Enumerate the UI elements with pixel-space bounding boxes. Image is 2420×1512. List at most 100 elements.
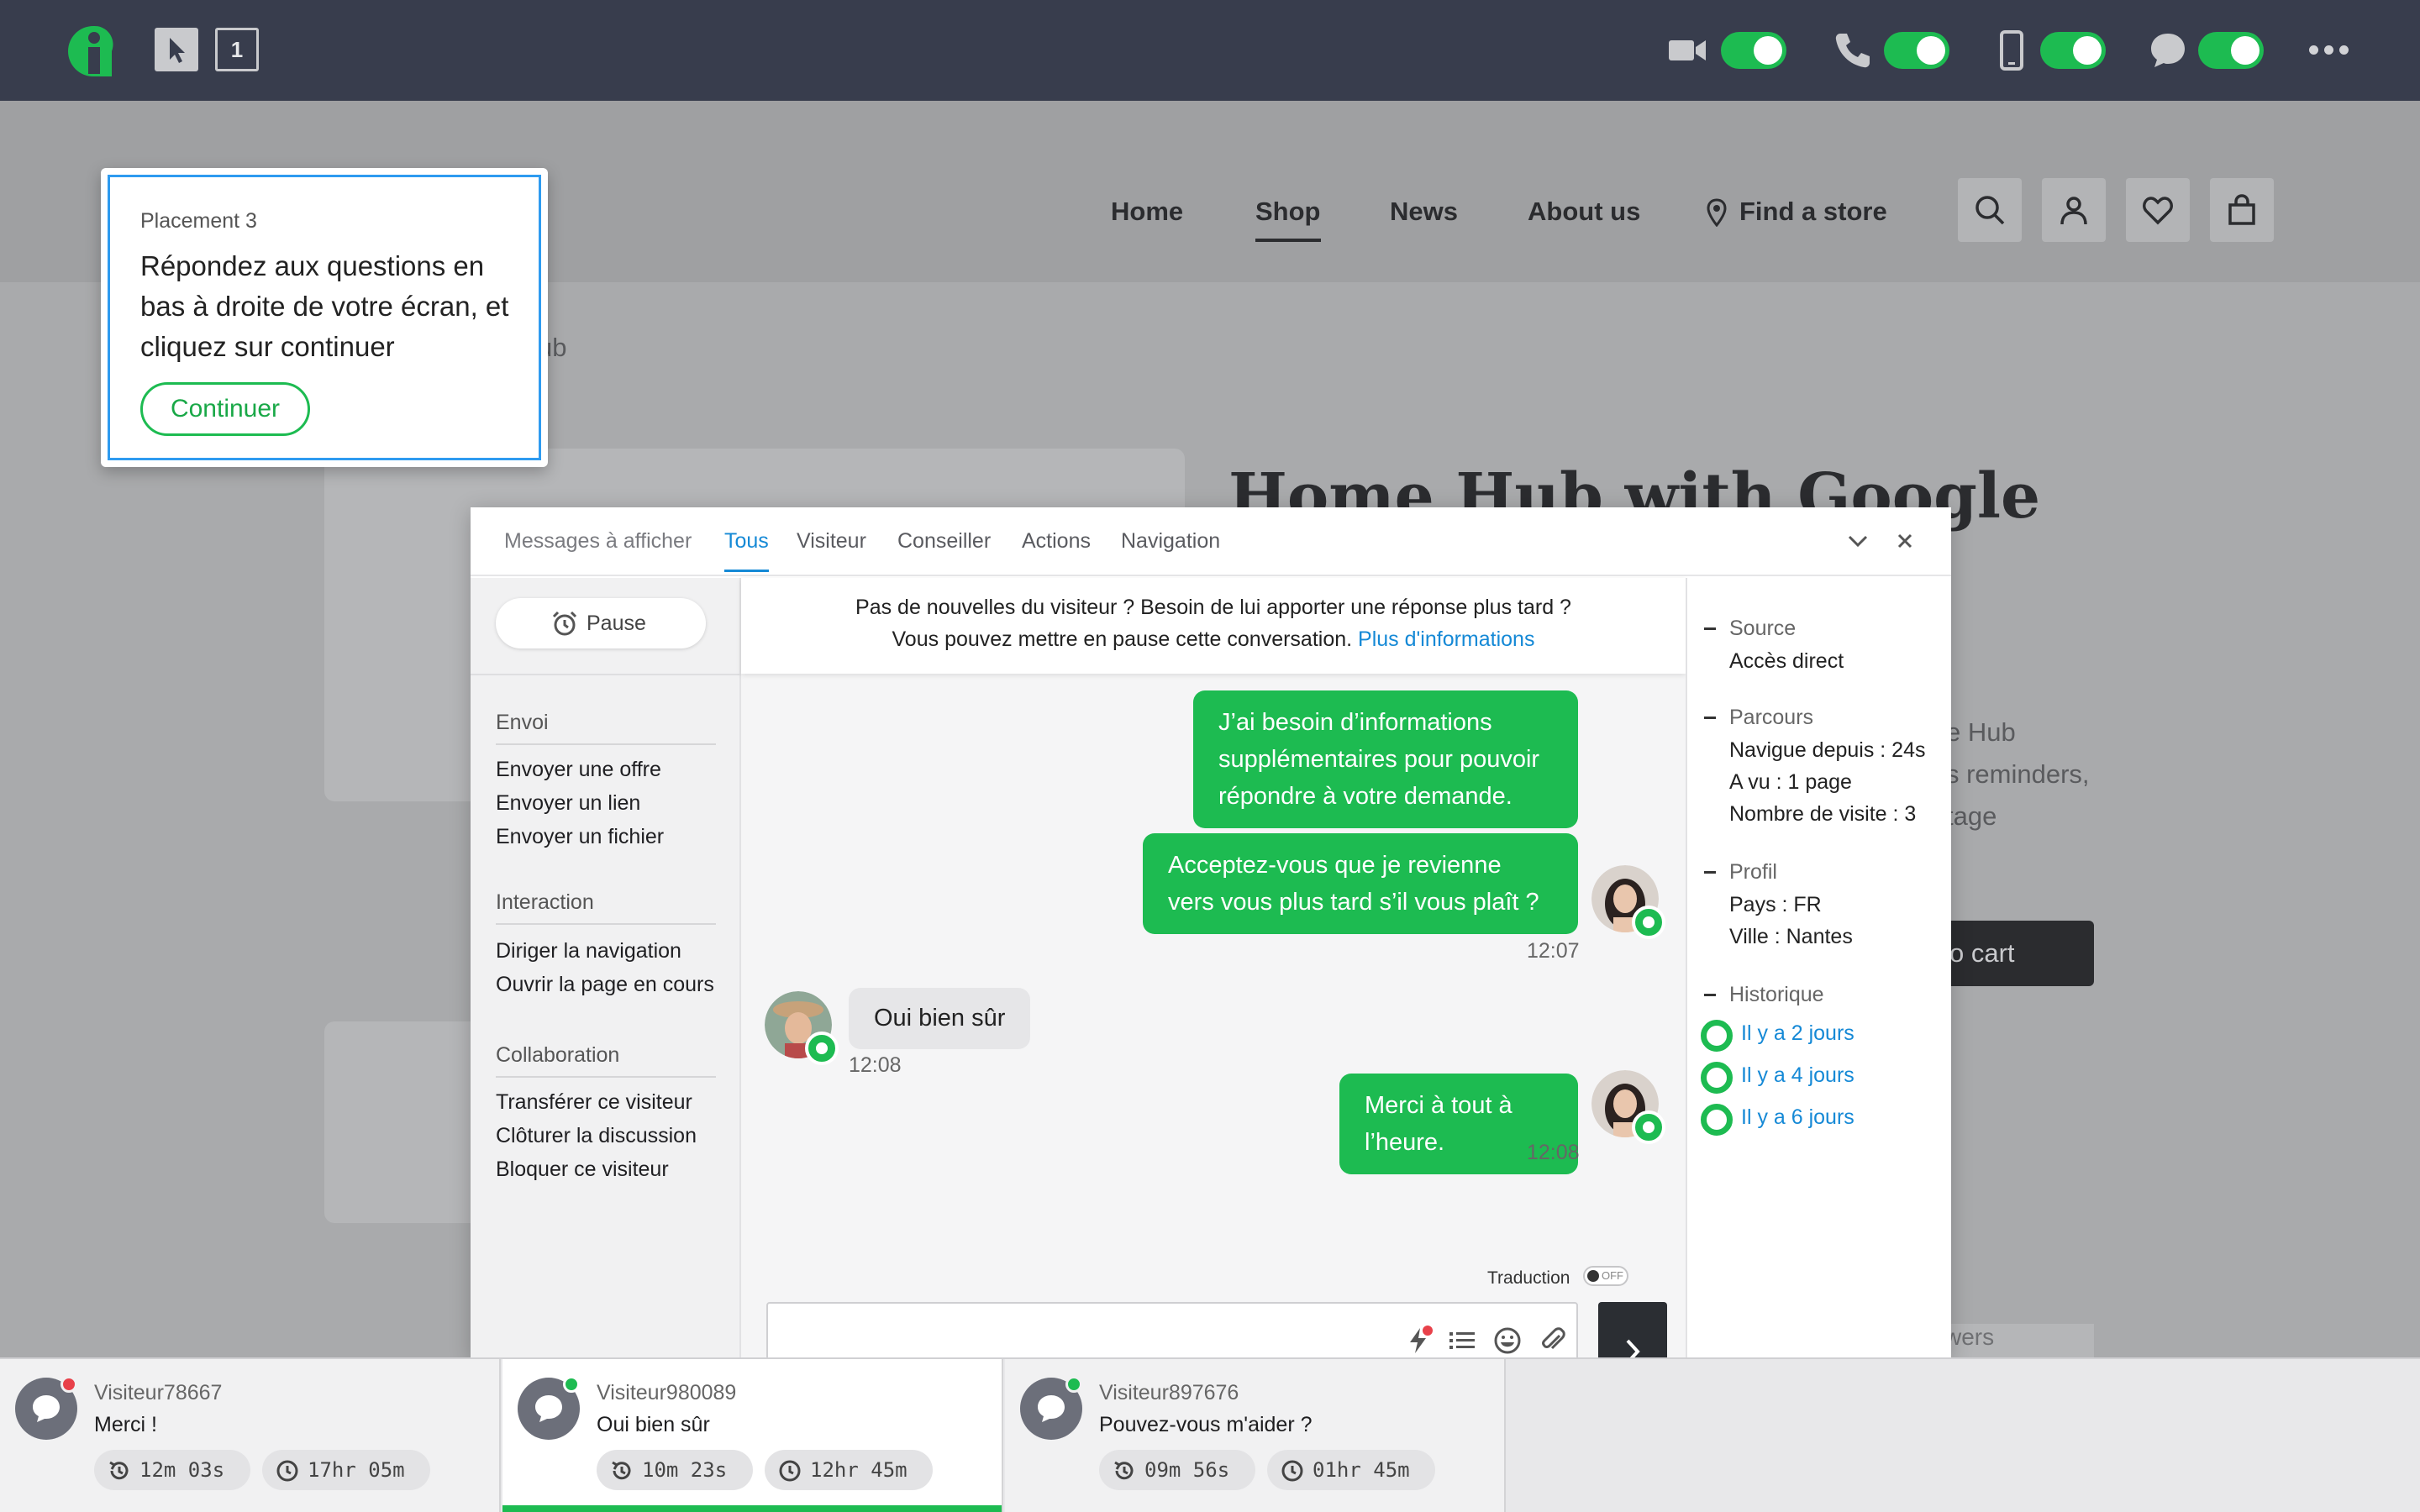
product-desc-line-1: e Hub bbox=[1946, 717, 2016, 747]
send-link-action[interactable]: Envoyer un lien bbox=[496, 791, 640, 816]
cursor-icon bbox=[170, 38, 185, 63]
attachment-icon[interactable] bbox=[1538, 1326, 1568, 1356]
more-icon[interactable] bbox=[2309, 44, 2356, 55]
clock-icon bbox=[276, 1460, 298, 1482]
tab-navigation[interactable]: Navigation bbox=[1121, 529, 1220, 554]
parcours-visits: Nombre de visite : 3 bbox=[1729, 802, 1917, 826]
close-discussion-action[interactable]: Clôturer la discussion bbox=[496, 1124, 697, 1148]
mobile-toggle[interactable] bbox=[2040, 32, 2106, 69]
chat-bubble-icon bbox=[535, 1395, 562, 1422]
transfer-visitor-action[interactable]: Transférer ce visiteur bbox=[496, 1090, 692, 1115]
chat-panel: Messages à afficher Tous Visiteur Consei… bbox=[471, 507, 1951, 1401]
video-icon bbox=[1669, 40, 1706, 60]
cursor-tool-button[interactable] bbox=[155, 28, 198, 71]
nav-shop[interactable]: Shop bbox=[1255, 197, 1321, 242]
clock-icon bbox=[779, 1460, 801, 1482]
source-value: Accès direct bbox=[1729, 649, 1844, 673]
product-desc-line-3: tage bbox=[1946, 801, 1997, 831]
account-button[interactable] bbox=[2042, 178, 2106, 242]
send-offer-action[interactable]: Envoyer une offre bbox=[496, 758, 661, 782]
list-icon[interactable] bbox=[1447, 1326, 1477, 1356]
profil-city: Ville : Nantes bbox=[1729, 925, 1853, 948]
history-item-3[interactable]: Il y a 6 jours bbox=[1701, 1104, 1854, 1136]
history-item-2[interactable]: Il y a 4 jours bbox=[1701, 1062, 1854, 1094]
parcours-pages: A vu : 1 page bbox=[1729, 770, 1852, 794]
history-item-1[interactable]: Il y a 2 jours bbox=[1701, 1020, 1854, 1052]
chat-toggle[interactable] bbox=[2198, 32, 2264, 69]
elapsed-time: 09m 56s bbox=[1144, 1458, 1230, 1482]
top-toolbar: 1 bbox=[0, 0, 2420, 101]
chevron-down-icon[interactable] bbox=[1845, 528, 1870, 554]
notice-line-1: Pas de nouvelles du visiteur ? Besoin de… bbox=[855, 596, 1571, 619]
tab-visiteur[interactable]: Visiteur bbox=[797, 529, 866, 554]
message-time-2: 12:07 bbox=[1527, 939, 1580, 963]
status-dot-offline bbox=[60, 1376, 77, 1393]
more-info-link[interactable]: Plus d'informations bbox=[1358, 627, 1534, 651]
bag-icon bbox=[2228, 194, 2255, 225]
chat-bubble-icon bbox=[2151, 34, 2185, 67]
agent-message-1: J’ai besoin d’informations supplémentair… bbox=[1193, 690, 1578, 828]
user-icon bbox=[2060, 197, 2087, 225]
parcours-label: Parcours bbox=[1703, 706, 1814, 729]
parcours-duration: Navigue depuis : 24s bbox=[1729, 738, 1926, 762]
historique-label: Historique bbox=[1704, 983, 1824, 1006]
profil-country: Pays : FR bbox=[1729, 893, 1822, 916]
agent-avatar-2 bbox=[1591, 1070, 1665, 1144]
message-filter-label: Messages à afficher bbox=[504, 529, 692, 553]
translation-label: Traduction bbox=[1487, 1268, 1570, 1288]
visitor-tab-2[interactable]: Visiteur980089 Oui bien sûr 10m 23s 12hr… bbox=[502, 1359, 1003, 1512]
nav-about[interactable]: About us bbox=[1528, 197, 1640, 227]
open-current-page-action[interactable]: Ouvrir la page en cours bbox=[496, 973, 714, 997]
message-time-4: 12:08 bbox=[1527, 1141, 1580, 1164]
visitor-tab-1[interactable]: Visiteur78667 Merci ! 12m 03s 17hr 05m bbox=[0, 1359, 501, 1512]
video-toggle[interactable] bbox=[1721, 32, 1786, 69]
placement-tooltip: Placement 3 Répondez aux questions en ba… bbox=[101, 168, 548, 467]
visitor-last-message: Merci ! bbox=[94, 1413, 157, 1436]
status-dot-online bbox=[563, 1376, 580, 1393]
phone-toggle[interactable] bbox=[1884, 32, 1949, 69]
agent-message-2: Acceptez-vous que je revienne vers vous … bbox=[1143, 833, 1578, 934]
tab-conseiller[interactable]: Conseiller bbox=[897, 529, 991, 554]
emoji-icon[interactable] bbox=[1492, 1326, 1523, 1356]
section-interaction-title: Interaction bbox=[496, 890, 716, 925]
visitor-name: Visiteur78667 bbox=[94, 1381, 223, 1404]
heart-icon bbox=[2143, 197, 2173, 225]
pause-label: Pause bbox=[587, 612, 646, 635]
history-icon bbox=[1114, 1461, 1134, 1480]
elapsed-pill: 12m 03s bbox=[94, 1450, 250, 1490]
elapsed-pill: 10m 23s bbox=[597, 1450, 753, 1490]
actions-sidebar: Pause Envoi Envoyer une offre Envoyer un… bbox=[471, 578, 741, 1361]
search-button[interactable] bbox=[1958, 178, 2022, 242]
translation-toggle[interactable]: OFF bbox=[1583, 1266, 1628, 1286]
lightning-icon[interactable] bbox=[1403, 1326, 1434, 1356]
chat-bubble-icon bbox=[1038, 1395, 1065, 1422]
nav-find-store[interactable]: Find a store bbox=[1739, 197, 1887, 227]
pause-zone: Pause bbox=[471, 578, 741, 675]
tooltip-frame: Placement 3 Répondez aux questions en ba… bbox=[108, 175, 541, 460]
nav-home[interactable]: Home bbox=[1111, 197, 1183, 227]
agent-chat-badge-2 bbox=[1632, 1110, 1665, 1144]
pause-button[interactable]: Pause bbox=[496, 598, 706, 648]
close-icon[interactable] bbox=[1892, 528, 1918, 554]
send-file-action[interactable]: Envoyer un fichier bbox=[496, 825, 664, 849]
visitor-tabs: Visiteur78667 Merci ! 12m 03s 17hr 05m V… bbox=[0, 1357, 2420, 1512]
cart-button[interactable] bbox=[2210, 178, 2274, 242]
tooltip-eyebrow: Placement 3 bbox=[140, 209, 257, 233]
visitor-name: Visiteur897676 bbox=[1099, 1381, 1239, 1404]
tab-tous[interactable]: Tous bbox=[724, 529, 769, 572]
duration-pill: 17hr 05m bbox=[262, 1450, 430, 1490]
tab-actions[interactable]: Actions bbox=[1022, 529, 1091, 554]
nav-news[interactable]: News bbox=[1390, 197, 1458, 227]
history-icon bbox=[109, 1461, 129, 1480]
duration-pill: 12hr 45m bbox=[765, 1450, 933, 1490]
block-visitor-action[interactable]: Bloquer ce visiteur bbox=[496, 1158, 669, 1182]
continue-button[interactable]: Continuer bbox=[140, 382, 310, 436]
location-pin-icon bbox=[1707, 198, 1727, 227]
wishlist-button[interactable] bbox=[2126, 178, 2190, 242]
visitor-last-message: Oui bien sûr bbox=[597, 1413, 710, 1436]
visitor-tab-3[interactable]: Visiteur897676 Pouvez-vous m'aider ? 09m… bbox=[1005, 1359, 1506, 1512]
direct-navigation-action[interactable]: Diriger la navigation bbox=[496, 939, 681, 963]
duration-time: 17hr 05m bbox=[308, 1458, 405, 1482]
screen-count-button[interactable]: 1 bbox=[215, 28, 259, 71]
phone-icon bbox=[1835, 34, 1870, 68]
